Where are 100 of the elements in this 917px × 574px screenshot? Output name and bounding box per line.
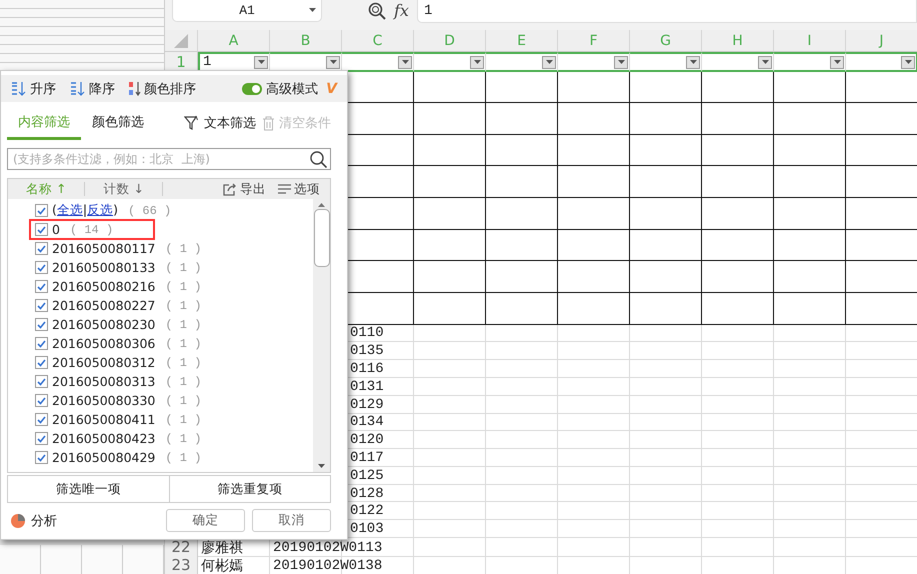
item-label: 2016050080227: [52, 298, 156, 313]
list-item[interactable]: 2016050080227 ( 1 ): [29, 295, 244, 316]
item-count: ( 14 ): [70, 222, 114, 236]
filter-dropdown-button[interactable]: [326, 56, 340, 69]
checkbox[interactable]: [35, 261, 48, 274]
table-cell[interactable]: [558, 52, 630, 72]
scroll-up-icon[interactable]: [318, 203, 325, 207]
checkbox[interactable]: [35, 413, 48, 426]
item-label: 2016050080312: [52, 355, 156, 370]
checkbox[interactable]: [35, 394, 48, 407]
list-lines-icon: [278, 184, 291, 194]
search-icon[interactable]: [310, 150, 327, 168]
filter-dropdown-button[interactable]: [614, 56, 628, 69]
dropdown-caret-icon: [618, 60, 624, 64]
checkbox[interactable]: [35, 375, 48, 388]
checkbox[interactable]: [35, 280, 48, 293]
list-item[interactable]: 2016050080411 ( 1 ): [29, 409, 244, 430]
select-all-label: (全选|反选): [52, 202, 118, 219]
sort-column-header[interactable]: 计数 ↓: [85, 182, 163, 196]
checkbox[interactable]: [35, 223, 48, 236]
checkmark-icon: [37, 396, 46, 404]
dropdown-caret-icon: [402, 60, 408, 64]
sort-descending-icon: [70, 80, 86, 96]
formula-field[interactable]: 1: [416, 0, 917, 23]
checkmark-icon: [37, 320, 46, 328]
item-count: ( 1 ): [165, 242, 202, 256]
item-count: ( 1 ): [165, 450, 202, 464]
export-button[interactable]: 导出: [223, 180, 266, 198]
text-filter-button[interactable]: 文本筛选: [184, 114, 256, 140]
checkbox[interactable]: [35, 299, 48, 312]
highlight-frame[interactable]: 0 ( 14 ): [29, 219, 156, 240]
checkbox[interactable]: [35, 337, 48, 350]
sort-button[interactable]: 升序: [11, 80, 56, 98]
options-button[interactable]: 选项: [278, 180, 320, 198]
list-item[interactable]: 2016050080312 ( 1 ): [29, 352, 244, 373]
cancel-button[interactable]: 取消: [252, 509, 331, 532]
filter-dropdown-button[interactable]: [542, 56, 556, 69]
select-all-link[interactable]: 全选: [56, 202, 83, 217]
scrollbar-thumb[interactable]: [314, 209, 330, 267]
checkmark-icon: [37, 416, 46, 424]
item-count: ( 1 ): [165, 394, 202, 408]
checkmark-icon: [37, 206, 46, 214]
list-item[interactable]: 2016050080117 ( 1 ): [29, 238, 244, 259]
checkmark-icon: [37, 244, 46, 252]
checkbox[interactable]: [35, 432, 48, 445]
filter-dropdown-button[interactable]: [901, 56, 915, 69]
list-item[interactable]: 2016050080429 ( 1 ): [29, 447, 244, 468]
sort-button[interactable]: 颜色排序: [129, 80, 196, 98]
list-item[interactable]: 2016050080423 ( 1 ): [29, 428, 244, 449]
advanced-mode-toggle[interactable]: [242, 82, 262, 94]
table-cell[interactable]: [486, 52, 558, 72]
table-cell-text: 0134: [349, 414, 385, 432]
name-box[interactable]: A1: [172, 0, 322, 22]
checkmark-icon: [37, 434, 46, 442]
analysis-link[interactable]: 分析: [31, 512, 57, 530]
invert-selection-link[interactable]: 反选: [87, 202, 114, 217]
checkbox[interactable]: [35, 204, 48, 217]
sort-button[interactable]: 降序: [70, 80, 115, 98]
filter-dropdown-button[interactable]: [254, 56, 268, 69]
search-field[interactable]: (支持多条件过滤，例如：北京 上海): [7, 148, 331, 170]
filter-dropdown-button[interactable]: [398, 56, 412, 69]
checkmark-icon: [37, 226, 46, 234]
item-count: ( 1 ): [165, 412, 202, 426]
item-count: ( 1 ): [165, 318, 202, 332]
table-cell[interactable]: [414, 52, 486, 72]
list-item[interactable]: 2016050080313 ( 1 ): [29, 371, 244, 392]
row-header[interactable]: 23: [165, 556, 198, 574]
list-item[interactable]: 2016050080133 ( 1 ): [29, 257, 244, 278]
item-count: ( 1 ): [165, 336, 202, 350]
list-item[interactable]: 2016050080306 ( 1 ): [29, 333, 244, 354]
checkmark-icon: [37, 358, 46, 366]
filter-dropdown-button[interactable]: [470, 56, 484, 69]
list-item[interactable]: 2016050080216 ( 1 ): [29, 276, 244, 297]
checkbox[interactable]: [35, 356, 48, 369]
table-cell[interactable]: [846, 52, 917, 72]
list-item[interactable]: 2016050080330 ( 1 ): [29, 390, 244, 411]
filter-dropdown-button[interactable]: [686, 56, 700, 69]
item-label: 2016050080429: [52, 450, 156, 465]
item-count: ( 1 ): [165, 298, 202, 312]
item-label: 2016050080306: [52, 336, 156, 351]
function-label[interactable]: fx: [394, 1, 409, 20]
list-item[interactable]: 2016050080230 ( 1 ): [29, 314, 244, 335]
filter-dropdown-button[interactable]: [830, 56, 844, 69]
item-count: ( 1 ): [165, 280, 202, 294]
ok-button[interactable]: 确定: [166, 509, 245, 532]
table-cell[interactable]: [630, 52, 702, 72]
pie-chart-icon: [11, 514, 25, 528]
checkbox[interactable]: [35, 318, 48, 331]
table-cell[interactable]: [342, 52, 414, 72]
scrollbar[interactable]: [313, 199, 330, 472]
table-cell-text: 0135: [349, 342, 385, 360]
filter-tab[interactable]: 颜色筛选: [81, 113, 155, 140]
dropdown-caret-icon: [309, 8, 316, 12]
magnifier-icon[interactable]: [368, 2, 386, 20]
table-cell[interactable]: [774, 52, 846, 72]
filter-dropdown-button[interactable]: [758, 56, 772, 69]
checkbox[interactable]: [35, 451, 48, 464]
checkbox[interactable]: [35, 242, 48, 255]
table-cell[interactable]: [702, 52, 774, 72]
dropdown-caret-icon: [474, 60, 480, 64]
